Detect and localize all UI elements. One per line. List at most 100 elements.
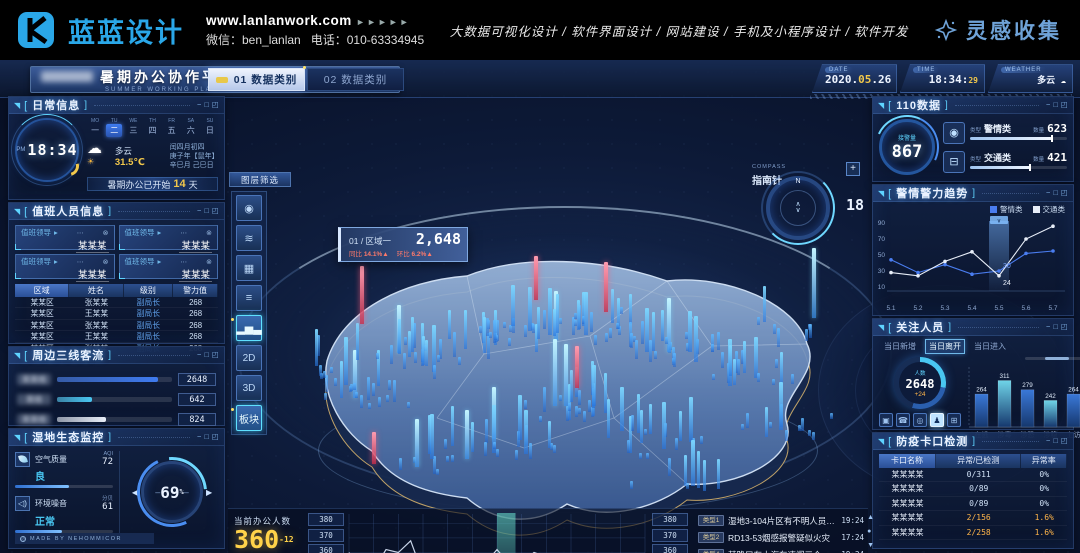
target-icon[interactable]: ◎ — [913, 413, 927, 427]
column-header[interactable]: 区域 — [15, 284, 69, 297]
trend-line-chart[interactable]: 9070503010∨30245.15.25.35.45.55.65.7 — [873, 215, 1069, 313]
weekday-cell[interactable]: SU日 — [202, 118, 218, 137]
compass-chevrons-icon[interactable]: ∧∨ — [795, 202, 800, 214]
map-tooltip[interactable]: 01 / 区域一 2,648 同比 14.1%▲ 环比 6.2%▲ — [338, 227, 468, 262]
focus-tab[interactable]: 当日新增 — [881, 340, 919, 353]
table-row[interactable]: 某某区王某某副局长268 — [15, 308, 218, 319]
more-icon[interactable]: ⋯ — [180, 258, 187, 266]
indicator-dot-icon[interactable]: ● — [867, 528, 874, 535]
inspiration-collect[interactable]: 灵感收集 — [934, 15, 1062, 45]
mode-2d-button[interactable]: 2D — [236, 345, 262, 371]
minimize-icon[interactable]: − — [1046, 101, 1050, 109]
minimize-icon[interactable]: − — [197, 433, 201, 441]
weather-cloud-icon: ☁☀ — [87, 139, 109, 174]
window-icon[interactable]: □ — [1053, 323, 1058, 331]
window-icon[interactable]: □ — [204, 207, 209, 215]
minimize-icon[interactable]: − — [197, 207, 201, 215]
close-icon[interactable]: ⊗ — [206, 229, 212, 237]
scroll-up-icon[interactable]: ▲ — [867, 514, 874, 521]
duty-leader-card[interactable]: 值班领导▸⋯⊗某某某 — [119, 254, 219, 279]
table-row[interactable]: 某某区王某某副局长268 — [15, 331, 218, 342]
checkpoint-row[interactable]: 某某某某0/3110% — [879, 468, 1067, 482]
office-trend-chart[interactable]: 024681012141618202224 — [346, 511, 648, 553]
minimize-icon[interactable]: − — [1046, 323, 1050, 331]
window-icon[interactable]: □ — [1053, 189, 1058, 197]
minimize-icon[interactable]: − — [1046, 189, 1050, 197]
minimize-icon[interactable]: − — [197, 351, 201, 359]
map-zoom-in-button[interactable]: + — [846, 162, 860, 176]
column-header[interactable]: 姓名 — [69, 284, 123, 297]
minimize-icon[interactable]: − — [197, 101, 201, 109]
table-row[interactable]: 某某区张某某副局长268 — [15, 297, 218, 308]
weekday-cell[interactable]: FR五 — [164, 118, 180, 137]
focus-tab[interactable]: 当日进入 — [971, 340, 1009, 353]
tab-data-category-1[interactable]: 01 数据类别 — [208, 68, 305, 91]
air-quality-status: 良 — [35, 468, 113, 483]
bar-chart-layer-icon[interactable]: ▂▅▃ — [236, 315, 262, 341]
close-icon[interactable]: ⊗ — [103, 229, 109, 237]
person-icon[interactable]: ♟ — [930, 413, 944, 427]
table-row[interactable]: 某某区张某某副局长268 — [15, 320, 218, 331]
weekday-cell[interactable]: SA六 — [183, 118, 199, 137]
window-icon[interactable]: □ — [204, 351, 209, 359]
vehicle-icon[interactable]: ⊞ — [947, 413, 961, 427]
expand-icon[interactable]: ◰ — [1061, 437, 1068, 445]
checkpoint-row[interactable]: 某某某某0/890% — [879, 497, 1067, 511]
duty-leader-card[interactable]: 值班领导▸⋯⊗某某某 — [119, 225, 219, 250]
alert-item[interactable]: 类型2RD13-53烟感报警疑似火灾17:24 — [698, 529, 864, 546]
mode-3d-button[interactable]: 3D — [236, 375, 262, 401]
alert-item[interactable]: 类型1湿地3-104片区有不明人员闯入19:24 — [698, 512, 864, 529]
mini-scrollbar[interactable] — [1025, 357, 1080, 360]
duty-leader-card[interactable]: 值班领导▸⋯⊗某某某 — [15, 225, 115, 250]
window-icon[interactable]: □ — [1053, 101, 1058, 109]
brand-website[interactable]: www.lanlanwork.com — [206, 13, 352, 28]
expand-icon[interactable]: ◰ — [212, 101, 219, 109]
column-header[interactable]: 卡口名称 — [879, 454, 936, 468]
grid-layer-icon[interactable]: ▦ — [236, 255, 262, 281]
expand-icon[interactable]: ◰ — [1061, 101, 1068, 109]
camera-layer-icon[interactable]: ◉ — [236, 195, 262, 221]
column-header[interactable]: 警力值 — [173, 284, 218, 297]
expand-icon[interactable]: ◰ — [1061, 323, 1068, 331]
expand-icon[interactable]: ◰ — [212, 351, 219, 359]
weekday-cell[interactable]: TH四 — [144, 118, 160, 137]
focus-tab[interactable]: 当日离开 — [925, 339, 965, 354]
more-icon[interactable]: ⋯ — [180, 229, 187, 237]
minimize-icon[interactable]: − — [1046, 437, 1050, 445]
weekday-cell[interactable]: WE三 — [125, 118, 141, 137]
column-header[interactable]: 级别 — [124, 284, 174, 297]
expand-icon[interactable]: ◰ — [212, 433, 219, 441]
panel-title: 周边三线客流 — [24, 347, 104, 363]
monitor-icon[interactable]: ▣ — [879, 413, 893, 427]
checkpoint-row[interactable]: 某某某某2/1561.6% — [879, 511, 1067, 525]
legend-item[interactable]: 警情类 — [990, 204, 1023, 215]
list-layer-icon[interactable]: ≡ — [236, 285, 262, 311]
alert-item[interactable]: 类型4某路口有小汽车违闯三个红灯19:24 — [698, 546, 864, 553]
legend-item[interactable]: 交通类 — [1033, 204, 1066, 215]
panel-eco-monitor: ◥湿地生态监控]−□◰ 空气质量 AQI72 良 ◁) — [8, 428, 225, 549]
window-icon[interactable]: □ — [1053, 437, 1058, 445]
duty-leader-card[interactable]: 值班领导▸⋯⊗某某某 — [15, 254, 115, 279]
svg-text:70: 70 — [878, 236, 886, 243]
compass-dial[interactable]: N ∧∨ — [766, 176, 830, 240]
more-icon[interactable]: ⋯ — [77, 258, 84, 266]
close-icon[interactable]: ⊗ — [103, 258, 109, 266]
phone-icon[interactable]: ☎ — [896, 413, 910, 427]
checkpoint-row[interactable]: 某某某某2/2581.6% — [879, 526, 1067, 540]
weekday-cell[interactable]: MO一 — [87, 118, 103, 137]
more-icon[interactable]: ⋯ — [77, 229, 84, 237]
signal-layer-icon[interactable]: ≋ — [236, 225, 262, 251]
weekday-cell[interactable]: TU二 — [106, 118, 122, 137]
tab-data-category-2[interactable]: 02 数据类别 — [307, 68, 404, 91]
scroll-down-icon[interactable]: ▼ — [867, 542, 874, 549]
window-icon[interactable]: □ — [204, 433, 209, 441]
mode-block-button[interactable]: 板块 — [236, 405, 262, 431]
expand-icon[interactable]: ◰ — [212, 207, 219, 215]
window-icon[interactable]: □ — [204, 101, 209, 109]
close-icon[interactable]: ⊗ — [206, 258, 212, 266]
digital-clock: PM 18:34 — [15, 118, 79, 182]
column-header[interactable]: 异常/已检测 — [936, 454, 1021, 468]
checkpoint-row[interactable]: 某某某某0/890% — [879, 482, 1067, 496]
expand-icon[interactable]: ◰ — [1061, 189, 1068, 197]
column-header[interactable]: 异常率 — [1021, 454, 1067, 468]
